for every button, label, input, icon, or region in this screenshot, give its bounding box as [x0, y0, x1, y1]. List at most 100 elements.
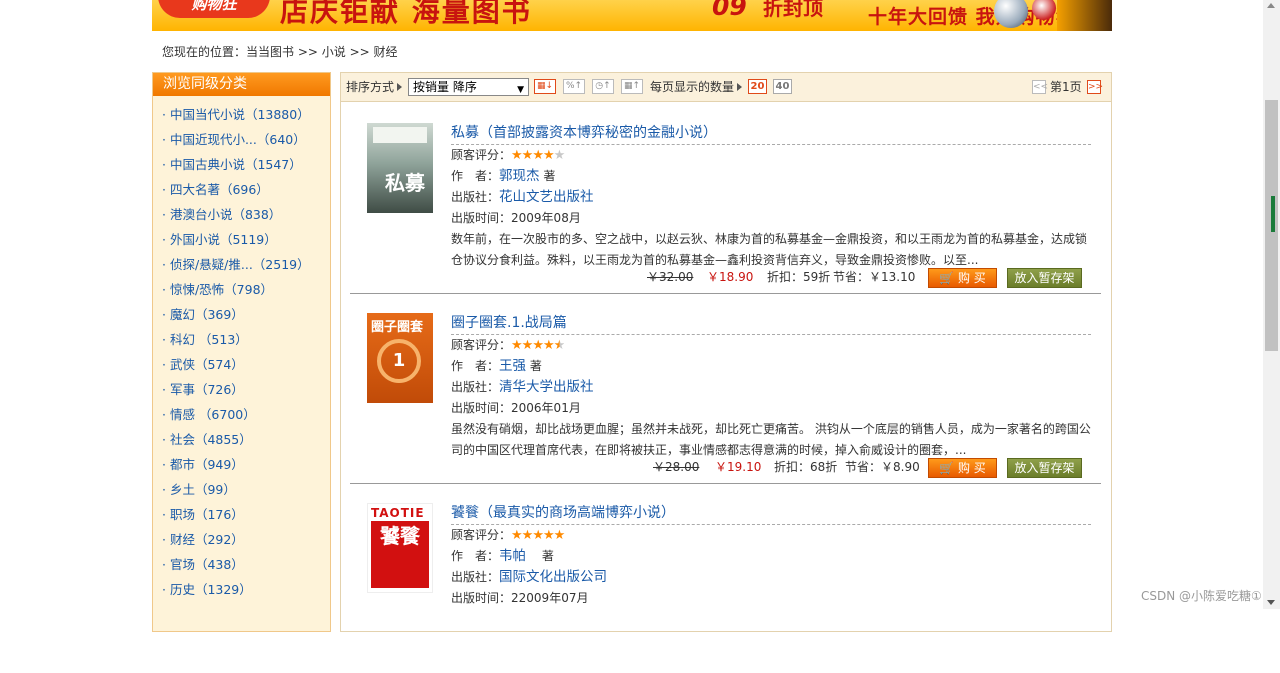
- buy-button[interactable]: 🛒 购 买: [928, 268, 997, 288]
- book-item: TAOTIE 饕餮 饕餮（最真实的商场高端博弈小说） 顾客评分：★★★★★ 作 …: [350, 483, 1101, 673]
- breadcrumb-prefix: 您现在的位置：: [162, 45, 247, 59]
- author-link[interactable]: 郭现杰: [499, 168, 540, 184]
- chevron-down-icon: ▼: [517, 85, 524, 95]
- banner-decoration: [1057, 0, 1112, 31]
- book-title-link[interactable]: 私募（首部披露资本博弈秘密的金融小说）: [451, 122, 1091, 145]
- watermark: CSDN @小陈爱吃糖①: [1141, 589, 1262, 603]
- saving-info: 节省：￥8.90: [845, 460, 920, 474]
- sidebar-item[interactable]: · 都市（949）: [162, 452, 330, 477]
- author-link[interactable]: 韦帕: [499, 548, 526, 564]
- author-row: 作 者：韦帕 著: [451, 548, 554, 564]
- category-sidebar: 浏览同级分类 · 中国当代小说（13880） · 中国近现代小...（640） …: [152, 72, 331, 632]
- book-info: 私募（首部披露资本博弈秘密的金融小说） 顾客评分：★★★★★ 作 者：郭现杰 著…: [451, 122, 1091, 271]
- star-rating-icon: ★★★★★: [511, 148, 565, 163]
- sort-by-price-icon[interactable]: ▦↑: [621, 79, 643, 94]
- cover-number: 1: [377, 339, 421, 383]
- book-title-link[interactable]: 圈子圈套.1.战局篇: [451, 312, 1091, 335]
- breadcrumb-separator: >>: [294, 45, 322, 59]
- next-page-button[interactable]: >>: [1087, 80, 1103, 94]
- sort-by-date-icon[interactable]: ◷↑: [592, 79, 614, 94]
- sort-select-value: 按销量 降序: [413, 80, 477, 94]
- top-banner[interactable]: 购物狂 店庆钜献 海量图书 09 折封顶 十年大回馈 我为购物狂: [152, 0, 1112, 31]
- per-page-20-button[interactable]: 20: [748, 79, 767, 94]
- book-list-panel: 排序方式 按销量 降序 ▼ ▦↓ %↑ ◷↑ ▦↑ 每页显示的数量 20 40 <…: [340, 72, 1112, 632]
- book-description: 虽然没有硝烟，却比战场更血腥；虽然并未战死，却比死亡更痛苦。 洪钧从一个底层的销…: [451, 422, 1091, 457]
- rating-label: 顾客评分：: [451, 338, 512, 352]
- original-price: ￥32.00: [647, 270, 694, 284]
- triangle-right-icon: [397, 83, 403, 91]
- sidebar-item[interactable]: · 魔幻（369）: [162, 302, 330, 327]
- book-info: 饕餮（最真实的商场高端博弈小说） 顾客评分：★★★★★ 作 者：韦帕 著 出版社…: [451, 502, 1091, 609]
- pubdate-row: 出版时间：2009年08月: [451, 211, 581, 225]
- rating-label: 顾客评分：: [451, 148, 512, 162]
- breadcrumb-item-dangdang-books[interactable]: 当当图书: [246, 45, 294, 59]
- pubdate-row: 出版时间：2006年01月: [451, 401, 581, 415]
- sidebar-item[interactable]: · 财经（292）: [162, 527, 330, 552]
- sidebar-item[interactable]: · 中国近现代小...（640）: [162, 127, 330, 152]
- banner-headline: 店庆钜献 海量图书: [280, 0, 532, 28]
- book-cover[interactable]: 私募: [367, 123, 433, 213]
- cover-title: 私募: [385, 171, 425, 195]
- sort-select[interactable]: 按销量 降序 ▼: [408, 78, 529, 96]
- sidebar-item[interactable]: · 职场（176）: [162, 502, 330, 527]
- sidebar-title: 浏览同级分类: [153, 73, 330, 96]
- book-cover[interactable]: TAOTIE 饕餮: [367, 503, 433, 593]
- rating-label: 顾客评分：: [451, 528, 512, 542]
- sidebar-item[interactable]: · 外国小说（5119）: [162, 227, 330, 252]
- sort-toolbar: 排序方式 按销量 降序 ▼ ▦↓ %↑ ◷↑ ▦↑ 每页显示的数量 20 40 <…: [341, 73, 1111, 102]
- publisher-row: 出版社：国际文化出版公司: [451, 569, 608, 585]
- sidebar-item[interactable]: · 官场（438）: [162, 552, 330, 577]
- category-list: · 中国当代小说（13880） · 中国近现代小...（640） · 中国古典小…: [153, 96, 330, 602]
- sidebar-item[interactable]: · 中国古典小说（1547）: [162, 152, 330, 177]
- buy-button[interactable]: 🛒 购 买: [928, 458, 997, 478]
- sidebar-item[interactable]: · 侦探/悬疑/推...（2519）: [162, 252, 330, 277]
- sidebar-item[interactable]: · 中国当代小说（13880）: [162, 102, 330, 127]
- discount-info: 折扣：59折: [767, 270, 831, 284]
- rating-row: 顾客评分：★★★★★: [451, 145, 1091, 166]
- publisher-link[interactable]: 清华大学出版社: [499, 379, 594, 395]
- scroll-down-arrow-icon[interactable]: [1267, 600, 1275, 605]
- add-to-shelf-button[interactable]: 放入暂存架: [1007, 268, 1082, 288]
- book-cover[interactable]: 圈子圈套 1: [367, 313, 433, 403]
- sort-by-sales-icon[interactable]: ▦↓: [534, 79, 556, 94]
- star-rating-icon: ★★★★★: [511, 528, 565, 543]
- cover-title: 圈子圈套: [371, 320, 424, 335]
- sidebar-item[interactable]: · 武侠（574）: [162, 352, 330, 377]
- original-price: ￥28.00: [653, 460, 700, 474]
- per-page-40-button[interactable]: 40: [773, 79, 792, 94]
- book-title-link[interactable]: 饕餮（最真实的商场高端博弈小说）: [451, 502, 1091, 525]
- sidebar-item[interactable]: · 军事（726）: [162, 377, 330, 402]
- sidebar-item[interactable]: · 四大名著（696）: [162, 177, 330, 202]
- breadcrumb-item-novels[interactable]: 小说: [322, 45, 346, 59]
- banner-discount: 折封顶: [763, 0, 823, 20]
- book-item: 私募 私募（首部披露资本博弈秘密的金融小说） 顾客评分：★★★★★ 作 者：郭现…: [350, 103, 1101, 294]
- sidebar-item[interactable]: · 乡土（99）: [162, 477, 330, 502]
- scroll-up-arrow-icon[interactable]: [1267, 3, 1275, 8]
- sidebar-item[interactable]: · 历史（1329）: [162, 577, 330, 602]
- author-row: 作 者：郭现杰 著: [451, 168, 556, 184]
- rating-row: 顾客评分：★★★★★: [451, 335, 1091, 356]
- star-rating-icon: ★★★★★: [511, 338, 565, 353]
- cart-icon: 🛒: [939, 271, 955, 285]
- rating-row: 顾客评分：★★★★★: [451, 525, 1091, 546]
- sidebar-item[interactable]: · 惊悚/恐怖（798）: [162, 277, 330, 302]
- pubdate-value: 2006年01月: [511, 401, 581, 415]
- sidebar-item[interactable]: · 情感 （6700）: [162, 402, 330, 427]
- cover-main-text: 饕餮: [371, 521, 429, 588]
- publisher-link[interactable]: 花山文艺出版社: [499, 189, 594, 205]
- cover-title: TAOTIE: [371, 506, 425, 520]
- author-link[interactable]: 王强: [499, 358, 526, 374]
- prev-page-button[interactable]: <<: [1032, 80, 1048, 94]
- publisher-row: 出版社：清华大学出版社: [451, 379, 594, 395]
- breadcrumb-item-finance[interactable]: 财经: [374, 45, 398, 59]
- sidebar-item[interactable]: · 科幻 （513）: [162, 327, 330, 352]
- sidebar-item[interactable]: · 社会（4855）: [162, 427, 330, 452]
- book-info: 圈子圈套.1.战局篇 顾客评分：★★★★★ 作 者：王强 著 出版社：清华大学出…: [451, 312, 1091, 461]
- sidebar-item[interactable]: · 港澳台小说（838）: [162, 202, 330, 227]
- publisher-link[interactable]: 国际文化出版公司: [499, 569, 607, 585]
- sort-by-discount-icon[interactable]: %↑: [563, 79, 585, 94]
- page-scrollbar[interactable]: [1263, 0, 1280, 609]
- breadcrumb-separator: >>: [345, 45, 374, 59]
- add-to-shelf-button[interactable]: 放入暂存架: [1007, 458, 1082, 478]
- scroll-position-marker: [1271, 196, 1275, 232]
